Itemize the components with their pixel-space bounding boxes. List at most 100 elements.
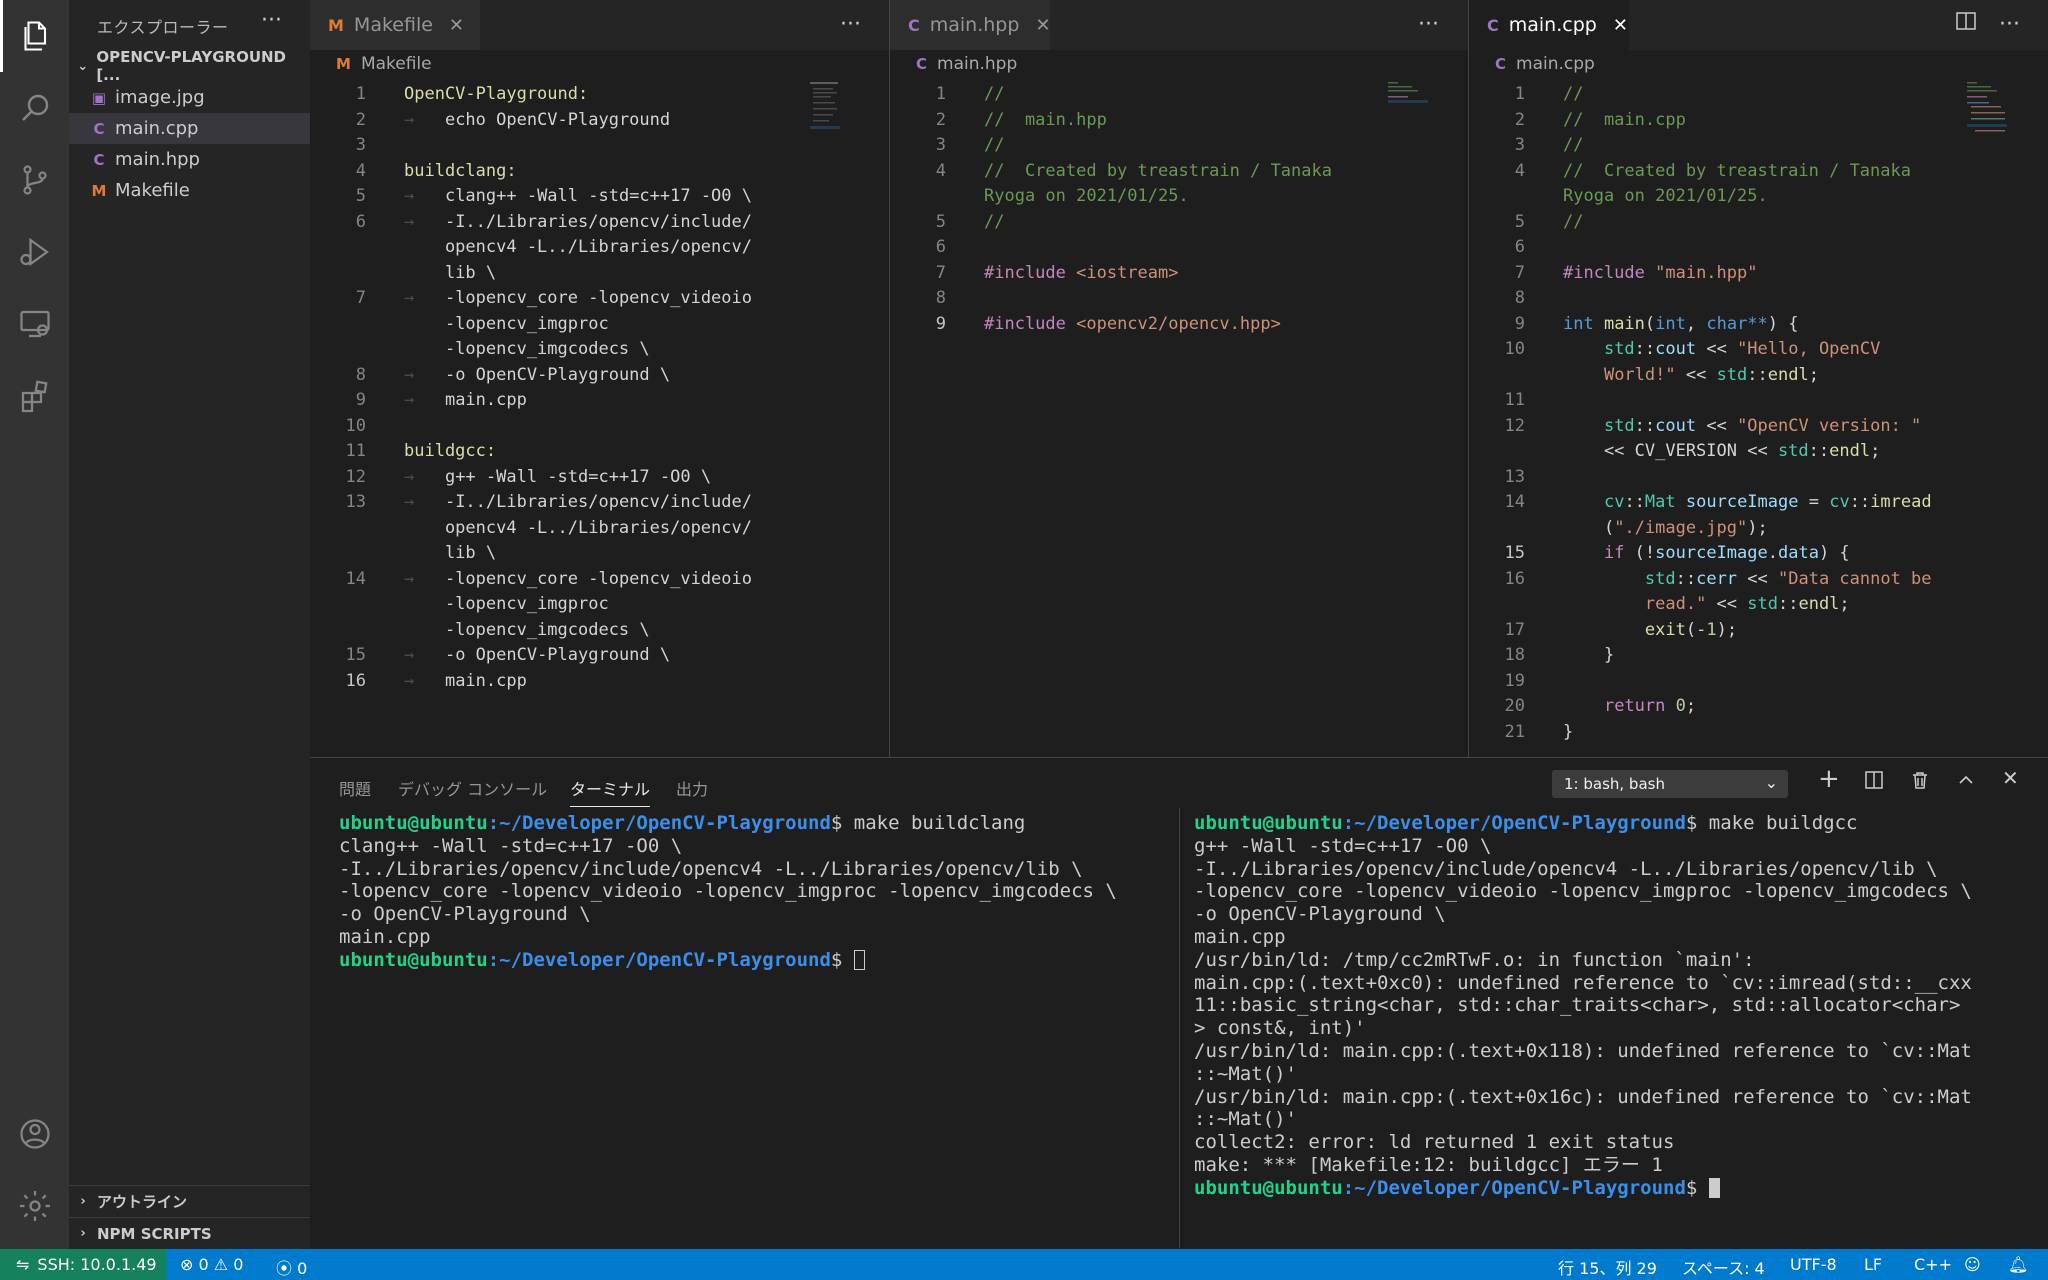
error-icon: ⊗ [180,1255,194,1274]
terminal-divider[interactable] [1179,808,1180,1248]
code-token: int [1655,313,1686,334]
terminal-output: ::~Mat()' [1194,1062,1297,1085]
prompt-path: :~/Developer/OpenCV-Playground [487,812,831,834]
terminal-right[interactable]: ubuntu@ubuntu :~/Developer/OpenCV-Playgro… [1194,812,1972,1200]
line-content: -lopencv_imgproc [404,312,609,338]
code-token: cv [1829,492,1850,512]
close-icon[interactable]: ✕ [449,15,464,36]
remote-indicator[interactable]: ⇋ SSH: 10.0.1.49 [0,1249,166,1280]
file-item[interactable]: Cmain.cpp [69,113,310,144]
file-item[interactable]: Cmain.hpp [69,144,310,175]
terminal-line: collect2: error: ld returned 1 exit stat… [1194,1131,1972,1154]
account-icon[interactable] [0,1098,69,1170]
file-item[interactable]: ▣ image.jpg [69,82,310,113]
indentation[interactable]: スペース: 4 [1682,1255,1765,1279]
terminal-line: ::~Mat()' [1194,1063,1972,1086]
run-debug-icon[interactable] [0,216,69,288]
tab-main-cpp[interactable]: C main.cpp ✕ [1469,0,1629,50]
line-number: 5 [1514,211,1525,232]
close-panel-icon[interactable]: ✕ [2002,766,2019,790]
tab-debug-console[interactable]: デバッグ コンソール [398,776,547,800]
breadcrumb[interactable]: M Makefile [336,54,432,74]
code-editor[interactable]: 1 OpenCV-Playground: 2 → echo OpenCV-Playgr… [310,82,889,694]
prompt-user: ubuntu@ubuntu [1194,1176,1343,1199]
prompt-path: :~/Developer/OpenCV-Playground [1342,812,1686,834]
terminal-select[interactable]: 1: bash, bash ⌄ [1552,770,1788,798]
more-actions-button[interactable]: ··· [1418,12,1439,37]
maximize-panel-icon[interactable] [1956,770,1976,796]
split-editor-icon[interactable] [1955,10,1977,38]
minimap[interactable] [810,82,850,132]
outline-section[interactable]: › アウトライン [69,1185,310,1217]
split-terminal-icon[interactable] [1864,770,1884,796]
problems-indicator[interactable]: ⊗ 0 ⚠ 0 [180,1255,243,1274]
line-content: // [1563,133,1583,159]
terminal-left[interactable]: ubuntu@ubuntu:~/Developer/OpenCV-Playgro… [339,812,1117,972]
tab-bar: C main.hpp ✕ ··· [890,0,1468,50]
line-number: 1 [1514,84,1525,104]
minimap[interactable] [1967,82,2007,132]
tab-makefile[interactable]: M Makefile ✕ [310,0,480,50]
line-number: 15 [345,645,366,665]
minimap[interactable] [1388,82,1428,132]
code-token: sourceImage [1685,492,1799,512]
feedback-icon[interactable]: ☺ [1964,1255,1981,1274]
sidebar-more-button[interactable]: ··· [261,8,282,33]
code-token: Ryoga on 2021/01/25. [1563,186,1768,206]
line-content: → g++ -Wall -std=c++17 -O0 \ [404,465,711,491]
code-token: imread [1870,492,1932,512]
close-icon[interactable]: ✕ [1613,15,1628,36]
settings-gear-icon[interactable] [0,1170,69,1242]
line-number: 7 [1514,262,1525,283]
code-token: → [404,390,445,410]
code-token: // [1563,84,1584,104]
line-number: 12 [345,466,366,487]
tab-output[interactable]: 出力 [676,776,708,800]
explorer-icon[interactable] [0,0,69,72]
more-actions-button[interactable]: ··· [840,12,861,37]
source-control-icon[interactable] [0,144,69,216]
line-content: Ryoga on 2021/01/25. [1563,184,1768,210]
code-token: // main.hpp [984,109,1107,130]
code-token: -lopencv_core -lopencv_videoio [444,288,752,308]
remote-explorer-icon[interactable] [0,288,69,360]
line-number: 20 [1504,696,1525,716]
breadcrumb[interactable]: C main.hpp [916,54,1017,74]
ports-indicator[interactable]: ⦿ 0 [276,1255,307,1279]
tab-main-hpp[interactable]: C main.hpp ✕ [890,0,1051,50]
npm-scripts-section[interactable]: › NPM SCRIPTS [69,1217,310,1249]
extensions-icon[interactable] [0,360,69,432]
tab-problems[interactable]: 問題 [339,776,371,800]
cursor-position[interactable]: 行 15、列 29 [1558,1255,1657,1279]
code-editor[interactable]: 1 // 2 // main.hpp 3 // 4 // Created by treastr… [890,82,1468,337]
code-token: cv [1603,492,1625,512]
code-token: → [404,670,445,691]
trash-icon[interactable] [1910,770,1930,796]
more-actions-button[interactable]: ··· [1999,12,2020,37]
terminal-line: main.cpp [339,926,1117,949]
file-item[interactable]: M Makefile [69,175,310,206]
terminal-output: > const&, int)' [1194,1017,1366,1040]
error-count: 0 [198,1255,209,1274]
terminal-line: ubuntu@ubuntu:~/Developer/OpenCV-Playgro… [339,812,1117,835]
code-token: #include [984,313,1077,334]
code-token: // [984,135,1005,155]
terminal-output: ::~Mat()' [1194,1108,1297,1131]
terminal-line: g++ -Wall -std=c++17 -O0 \ [1194,835,1972,858]
breadcrumb[interactable]: C main.cpp [1495,54,1595,74]
end-of-line[interactable]: LF [1864,1255,1882,1274]
close-icon[interactable]: ✕ [1035,15,1050,36]
code-token: // [984,211,1005,232]
search-icon[interactable] [0,72,69,144]
tab-terminal[interactable]: ターミナル [570,776,651,807]
workspace-folder[interactable]: ⌄ OPENCV-PLAYGROUND [... [69,48,310,84]
code-token: ; [1685,696,1697,716]
new-terminal-icon[interactable]: + [1818,764,1840,794]
code-editor[interactable]: 1 // 2 // main.cpp 3 // 4 // Created by treastr… [1469,82,2048,745]
notifications-bell-icon[interactable]: 🔔︎ [2008,1255,2028,1274]
language-mode[interactable]: C++ [1914,1255,1952,1274]
encoding[interactable]: UTF-8 [1790,1255,1837,1274]
code-token: 1 [1706,619,1717,640]
